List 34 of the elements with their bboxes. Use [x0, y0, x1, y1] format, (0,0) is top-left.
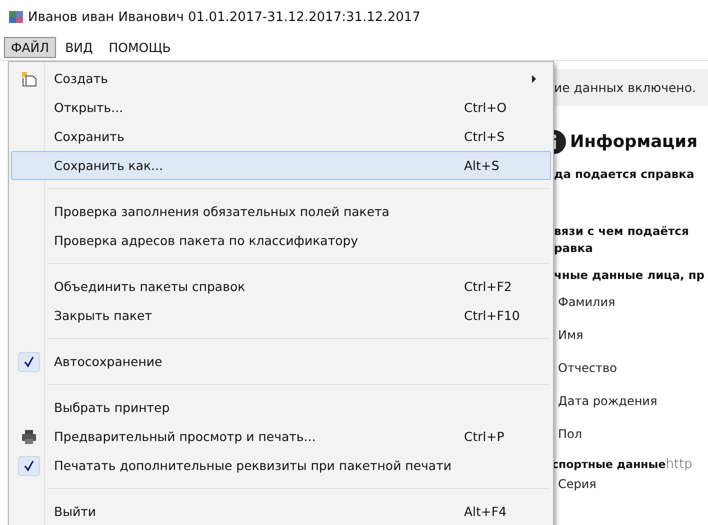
section-title: чные данные лица, пр [553, 267, 706, 284]
section-title: да подается справка [553, 166, 696, 183]
menu-item[interactable]: Сохранить Ctrl+S [11, 122, 551, 151]
field-label: Отчество [557, 360, 618, 377]
menu-bar-item[interactable]: ВИД [58, 36, 100, 58]
section-title: спортные данные [552, 458, 666, 471]
menu-item[interactable]: Закрыть пакет Ctrl+F10 [11, 301, 551, 330]
menu-item[interactable]: Автосохранение [11, 347, 551, 376]
menu-item[interactable]: Открыть... Ctrl+O [11, 93, 551, 122]
menu-item[interactable]: Проверка заполнения обязательных полей пакета [11, 197, 551, 226]
field-label: Имя [557, 327, 584, 344]
submenu-arrow-icon [532, 75, 536, 83]
new-document-icon [21, 70, 37, 86]
menu-item[interactable]: Печатать дополнительные реквизиты при пакетной печати [11, 451, 551, 480]
menu-item[interactable]: Проверка адресов пакета по классификатору [11, 226, 551, 255]
menu-bar-item[interactable]: ПОМОЩЬ [102, 36, 178, 58]
section-title: вязи с чем подаётся равка [553, 223, 690, 257]
menu-item[interactable]: Сохранить как... Alt+S [11, 151, 551, 180]
app-icon [8, 9, 24, 25]
field-label: Серия [557, 476, 598, 492]
link-text: http [666, 457, 692, 472]
menu-item[interactable]: Предварительный просмотр и печать... Ctrl+P [11, 422, 551, 451]
menu-item[interactable]: Создать [11, 64, 551, 93]
window-title: Иванов иван Иванович 01.01.2017-31.12.2017:31.12.2017 [28, 10, 420, 24]
field-label: Фамилия [557, 294, 616, 311]
menu-item[interactable]: Выйти Alt+F4 [11, 497, 551, 525]
notice-text: ие данных включено. [554, 80, 696, 95]
field-label: Дата рождения [557, 393, 658, 410]
menu-item[interactable]: Выбрать принтер [11, 393, 551, 422]
printer-icon [21, 428, 37, 444]
section-heading: Информация [570, 132, 698, 152]
menu-bar-item[interactable]: ФАЙЛ [4, 36, 56, 58]
menu-item[interactable]: Объединить пакеты справок Ctrl+F2 [11, 272, 551, 301]
field-label: Пол [557, 426, 584, 443]
